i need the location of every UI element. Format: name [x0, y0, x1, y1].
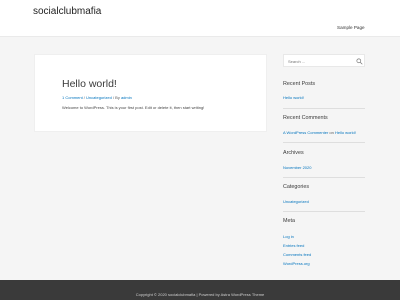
meta-login-link[interactable]: Log in	[283, 234, 294, 239]
nav-item-sample-page[interactable]: Sample Page	[337, 25, 365, 30]
comment-post-link[interactable]: Hello world!	[335, 130, 356, 135]
category-link[interactable]: Uncategorized	[283, 199, 309, 204]
comment-author-link[interactable]: A WordPress Commenter	[283, 130, 328, 135]
post-category-link[interactable]: Uncategorized	[86, 95, 112, 100]
widget-divider	[283, 108, 365, 109]
site-footer: Copyright © 2020 socialclubmafia | Power…	[0, 280, 400, 300]
meta-entries-feed-link[interactable]: Entries feed	[283, 243, 304, 248]
site-title-link[interactable]: socialclubmafia	[33, 6, 101, 17]
meta-title: Meta	[283, 218, 295, 224]
recent-comment-item: A WordPress Commenter on Hello world!	[283, 130, 356, 135]
archives-title: Archives	[283, 150, 304, 156]
widget-divider	[283, 142, 365, 143]
search-icon[interactable]	[356, 58, 363, 65]
widget-divider	[283, 211, 365, 212]
widget-divider	[283, 177, 365, 178]
recent-comments-title: Recent Comments	[283, 115, 328, 121]
recent-posts-title: Recent Posts	[283, 81, 316, 87]
footer-copyright: Copyright © 2020 socialclubmafia | Power…	[135, 292, 265, 297]
post-meta: 1 Comment / Uncategorized / By admin	[62, 95, 132, 100]
meta-wordpress-org-link[interactable]: WordPress.org	[283, 261, 310, 266]
post-excerpt: Welcome to WordPress. This is your first…	[62, 105, 205, 110]
categories-title: Categories	[283, 184, 310, 190]
post-author-link[interactable]: admin	[121, 95, 132, 100]
recent-post-link[interactable]: Hello world!	[283, 95, 304, 100]
comment-on-label: on	[328, 130, 335, 135]
search-form	[283, 54, 365, 67]
meta-comments-feed-link[interactable]: Comments feed	[283, 252, 311, 257]
post-card: Hello world! 1 Comment / Uncategorized /…	[34, 54, 267, 132]
archive-link[interactable]: November 2020	[283, 165, 311, 170]
meta-by-label: / By	[111, 95, 121, 100]
site-header: socialclubmafia Sample Page	[0, 0, 400, 37]
post-comments-link[interactable]: 1 Comment	[62, 95, 83, 100]
post-title-link[interactable]: Hello world!	[62, 78, 117, 90]
search-input[interactable]	[288, 58, 348, 65]
